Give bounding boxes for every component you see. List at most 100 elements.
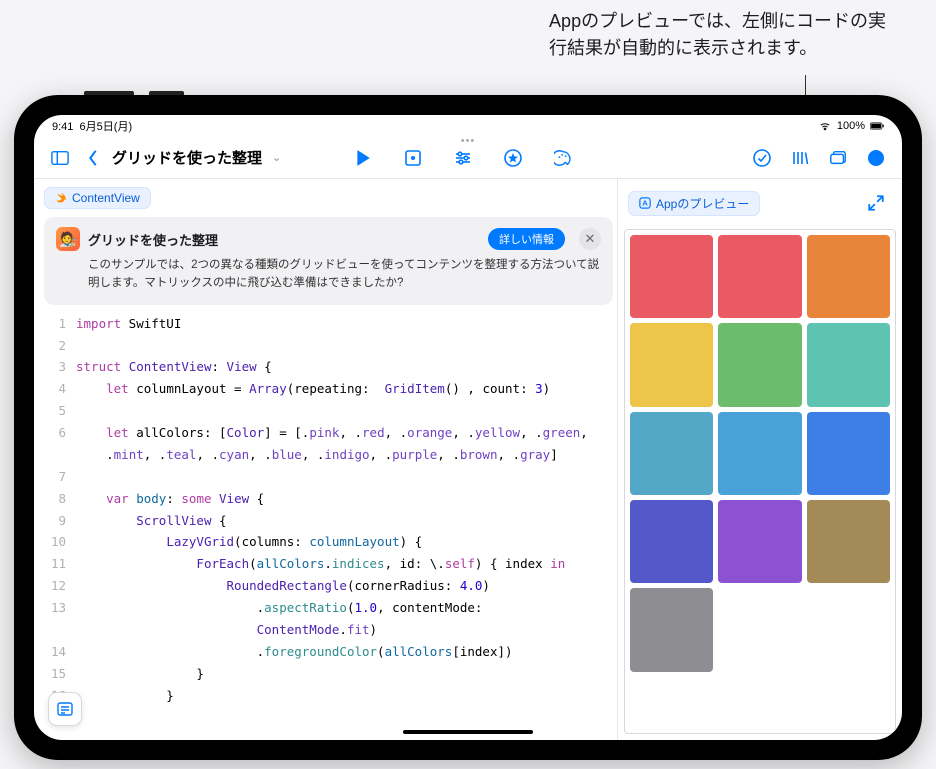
- color-cell[interactable]: [630, 500, 713, 583]
- back-button[interactable]: [82, 142, 104, 174]
- code-text: .foregroundColor(allColors[index]): [76, 641, 513, 663]
- windows-icon[interactable]: [822, 142, 854, 174]
- annotation-callout: Appのプレビューでは、左側にコードの実 行結果が自動的に表示されます。: [0, 8, 936, 62]
- lesson-app-icon: 🧑‍🎨: [56, 227, 80, 251]
- expand-preview-icon[interactable]: [860, 187, 892, 219]
- color-cell[interactable]: [807, 500, 890, 583]
- more-icon[interactable]: [860, 142, 892, 174]
- code-text: struct ContentView: View {: [76, 356, 272, 378]
- code-text: }: [76, 685, 174, 707]
- code-line[interactable]: 14 .foregroundColor(allColors[index]): [44, 641, 613, 663]
- code-line[interactable]: 16 }: [44, 685, 613, 707]
- library-icon[interactable]: [784, 142, 816, 174]
- battery-icon: [870, 121, 884, 131]
- code-text: LazyVGrid(columns: columnLayout) {: [76, 531, 422, 553]
- color-cell[interactable]: [630, 412, 713, 495]
- line-number: 14: [44, 641, 76, 663]
- line-number: 11: [44, 553, 76, 575]
- document-title[interactable]: グリッドを使った整理: [112, 147, 262, 168]
- color-cell[interactable]: [718, 235, 801, 318]
- color-cell[interactable]: [630, 323, 713, 406]
- ipad-hw-button: [84, 91, 134, 95]
- code-text: let columnLayout = Array(repeating: Grid…: [76, 378, 550, 400]
- code-line[interactable]: ContentMode.fit): [44, 619, 613, 641]
- code-text: ForEach(allColors.indices, id: \.self) {…: [76, 553, 565, 575]
- line-number: 7: [44, 466, 76, 488]
- code-line[interactable]: 12 RoundedRectangle(cornerRadius: 4.0): [44, 575, 613, 597]
- battery-pct: 100%: [837, 120, 865, 132]
- code-line[interactable]: 15 }: [44, 663, 613, 685]
- code-text: .mint, .teal, .cyan, .blue, .indigo, .pu…: [76, 444, 558, 466]
- banner-title: グリッドを使った整理: [88, 230, 480, 249]
- color-cell[interactable]: [630, 235, 713, 318]
- color-cell[interactable]: [718, 500, 801, 583]
- swift-file-icon: [55, 192, 67, 204]
- status-bar: 9:41 6月5日(月) 100%: [34, 115, 902, 137]
- step-button[interactable]: [397, 142, 429, 174]
- line-number: 12: [44, 575, 76, 597]
- run-button[interactable]: [347, 142, 379, 174]
- code-line[interactable]: 4 let columnLayout = Array(repeating: Gr…: [44, 378, 613, 400]
- home-indicator[interactable]: [403, 730, 533, 734]
- code-line[interactable]: 9 ScrollView {: [44, 510, 613, 532]
- status-date: 6月5日(月): [80, 121, 133, 133]
- code-line[interactable]: 3struct ContentView: View {: [44, 356, 613, 378]
- code-area[interactable]: 1import SwiftUI23struct ContentView: Vie…: [44, 313, 613, 740]
- code-line[interactable]: 13 .aspectRatio(1.0, contentMode:: [44, 597, 613, 619]
- more-info-button[interactable]: 詳しい情報: [488, 228, 565, 250]
- preview-tab[interactable]: A Appのプレビュー: [628, 191, 760, 216]
- notes-float-button[interactable]: [48, 692, 82, 726]
- banner-close-button[interactable]: ✕: [579, 228, 601, 250]
- code-text: var body: some View {: [76, 488, 264, 510]
- line-number: 15: [44, 663, 76, 685]
- code-line[interactable]: 1import SwiftUI: [44, 313, 613, 335]
- annotation-line2: 行結果が自動的に表示されます。: [549, 38, 817, 58]
- svg-text:A: A: [642, 199, 648, 208]
- preview-pane: A Appのプレビュー: [617, 179, 902, 740]
- color-cell[interactable]: [718, 412, 801, 495]
- code-line[interactable]: 7: [44, 466, 613, 488]
- title-chevron-icon[interactable]: ⌄: [272, 151, 281, 164]
- code-editor-pane: ContentView 🧑‍🎨 グリッドを使った整理 詳しい情報 ✕ このサンプ…: [34, 179, 617, 740]
- color-cell[interactable]: [630, 588, 713, 671]
- code-line[interactable]: 6 let allColors: [Color] = [.pink, .red,…: [44, 422, 613, 444]
- code-line[interactable]: .mint, .teal, .cyan, .blue, .indigo, .pu…: [44, 444, 613, 466]
- breadcrumb-label: ContentView: [72, 191, 140, 205]
- ipad-hw-button2: [149, 91, 184, 95]
- line-number: 13: [44, 597, 76, 619]
- app-preview-canvas[interactable]: [624, 229, 896, 734]
- line-number: 3: [44, 356, 76, 378]
- color-cell[interactable]: [807, 412, 890, 495]
- line-number: 9: [44, 510, 76, 532]
- code-line[interactable]: 11 ForEach(allColors.indices, id: \.self…: [44, 553, 613, 575]
- line-number: 8: [44, 488, 76, 510]
- file-breadcrumb[interactable]: ContentView: [44, 187, 151, 209]
- code-text: ScrollView {: [76, 510, 227, 532]
- code-text: let allColors: [Color] = [.pink, .red, .…: [76, 422, 588, 444]
- status-time: 9:41: [52, 121, 73, 133]
- code-line[interactable]: 8 var body: some View {: [44, 488, 613, 510]
- code-text: ContentMode.fit): [76, 619, 377, 641]
- code-text: RoundedRectangle(cornerRadius: 4.0): [76, 575, 490, 597]
- sidebar-toggle-icon[interactable]: [44, 142, 76, 174]
- preview-label: Appのプレビュー: [656, 195, 749, 212]
- line-number: [44, 619, 76, 641]
- annotation-line1: Appのプレビューでは、左側にコードの実: [549, 11, 886, 31]
- app-preview-icon: A: [639, 197, 651, 209]
- star-badge-icon[interactable]: [497, 142, 529, 174]
- code-line[interactable]: 2: [44, 335, 613, 357]
- color-cell[interactable]: [807, 323, 890, 406]
- color-cell[interactable]: [807, 235, 890, 318]
- line-number: 5: [44, 400, 76, 422]
- code-line[interactable]: 5: [44, 400, 613, 422]
- wifi-icon: [818, 121, 832, 131]
- palette-icon[interactable]: [547, 142, 579, 174]
- checkmark-icon[interactable]: [746, 142, 778, 174]
- code-line[interactable]: 10 LazyVGrid(columns: columnLayout) {: [44, 531, 613, 553]
- code-text: import SwiftUI: [76, 313, 181, 335]
- banner-description: このサンプルでは、2つの異なる種類のグリッドビューを使ってコンテンツを整理する方…: [56, 257, 601, 293]
- multitask-dots-icon[interactable]: •••: [461, 135, 476, 147]
- ipad-device-frame: ••• 9:41 6月5日(月) 100% グリッドを使った整理 ⌄: [14, 95, 922, 760]
- lesson-banner: 🧑‍🎨 グリッドを使った整理 詳しい情報 ✕ このサンプルでは、2つの異なる種類…: [44, 217, 613, 305]
- color-cell[interactable]: [718, 323, 801, 406]
